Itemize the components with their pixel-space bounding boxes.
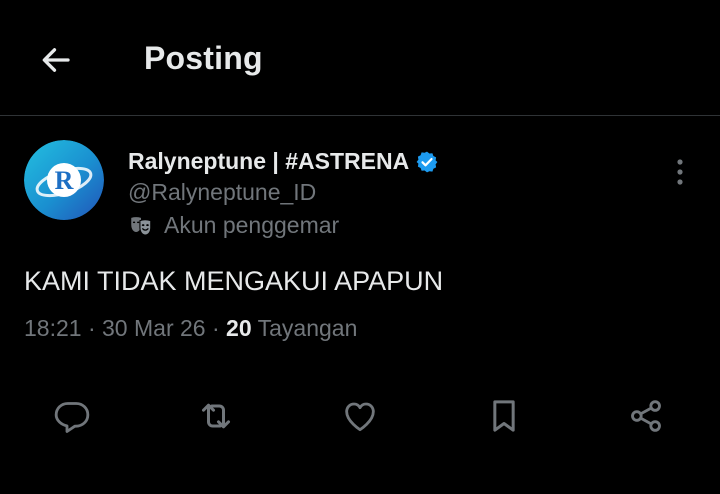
post-text: KAMI TIDAK MENGAKUI APAPUN — [24, 266, 444, 296]
meta-separator: · — [211, 315, 220, 341]
meta-separator: · — [87, 315, 96, 341]
share-icon — [626, 396, 666, 436]
top-bar: Posting — [0, 0, 720, 116]
fan-account-label: Akun penggemar — [128, 212, 339, 239]
avatar-letter: R — [55, 166, 74, 195]
like-button[interactable] — [336, 392, 384, 440]
author-name[interactable]: Ralyneptune | #ASTRENA — [128, 148, 409, 175]
author-name-row[interactable]: Ralyneptune | #ASTRENA — [128, 148, 439, 175]
like-icon — [340, 396, 380, 436]
views-count[interactable]: 20 — [226, 315, 252, 341]
avatar[interactable]: R — [24, 140, 104, 220]
author-handle[interactable]: @Ralyneptune_ID — [128, 179, 316, 206]
repost-icon — [196, 396, 236, 436]
page-title: Posting — [144, 40, 263, 76]
bookmark-button[interactable] — [480, 392, 528, 440]
theater-mask-icon — [128, 213, 154, 239]
share-button[interactable] — [622, 392, 670, 440]
verified-badge-icon[interactable] — [415, 150, 439, 174]
back-button[interactable] — [28, 38, 84, 82]
more-options-button[interactable] — [662, 152, 698, 192]
post-meta: 18:21 · 30 Mar 26 · 20 Tayangan — [24, 315, 357, 342]
fan-account-text: Akun penggemar — [164, 212, 340, 238]
reply-button[interactable] — [48, 392, 96, 440]
post-date[interactable]: 30 Mar 26 — [102, 315, 206, 341]
arrow-left-icon — [38, 42, 74, 78]
bookmark-icon — [484, 396, 524, 436]
post-time[interactable]: 18:21 — [24, 315, 82, 341]
views-label[interactable]: Tayangan — [258, 315, 358, 341]
more-vertical-icon — [675, 157, 685, 187]
reply-icon — [52, 396, 92, 436]
repost-button[interactable] — [192, 392, 240, 440]
